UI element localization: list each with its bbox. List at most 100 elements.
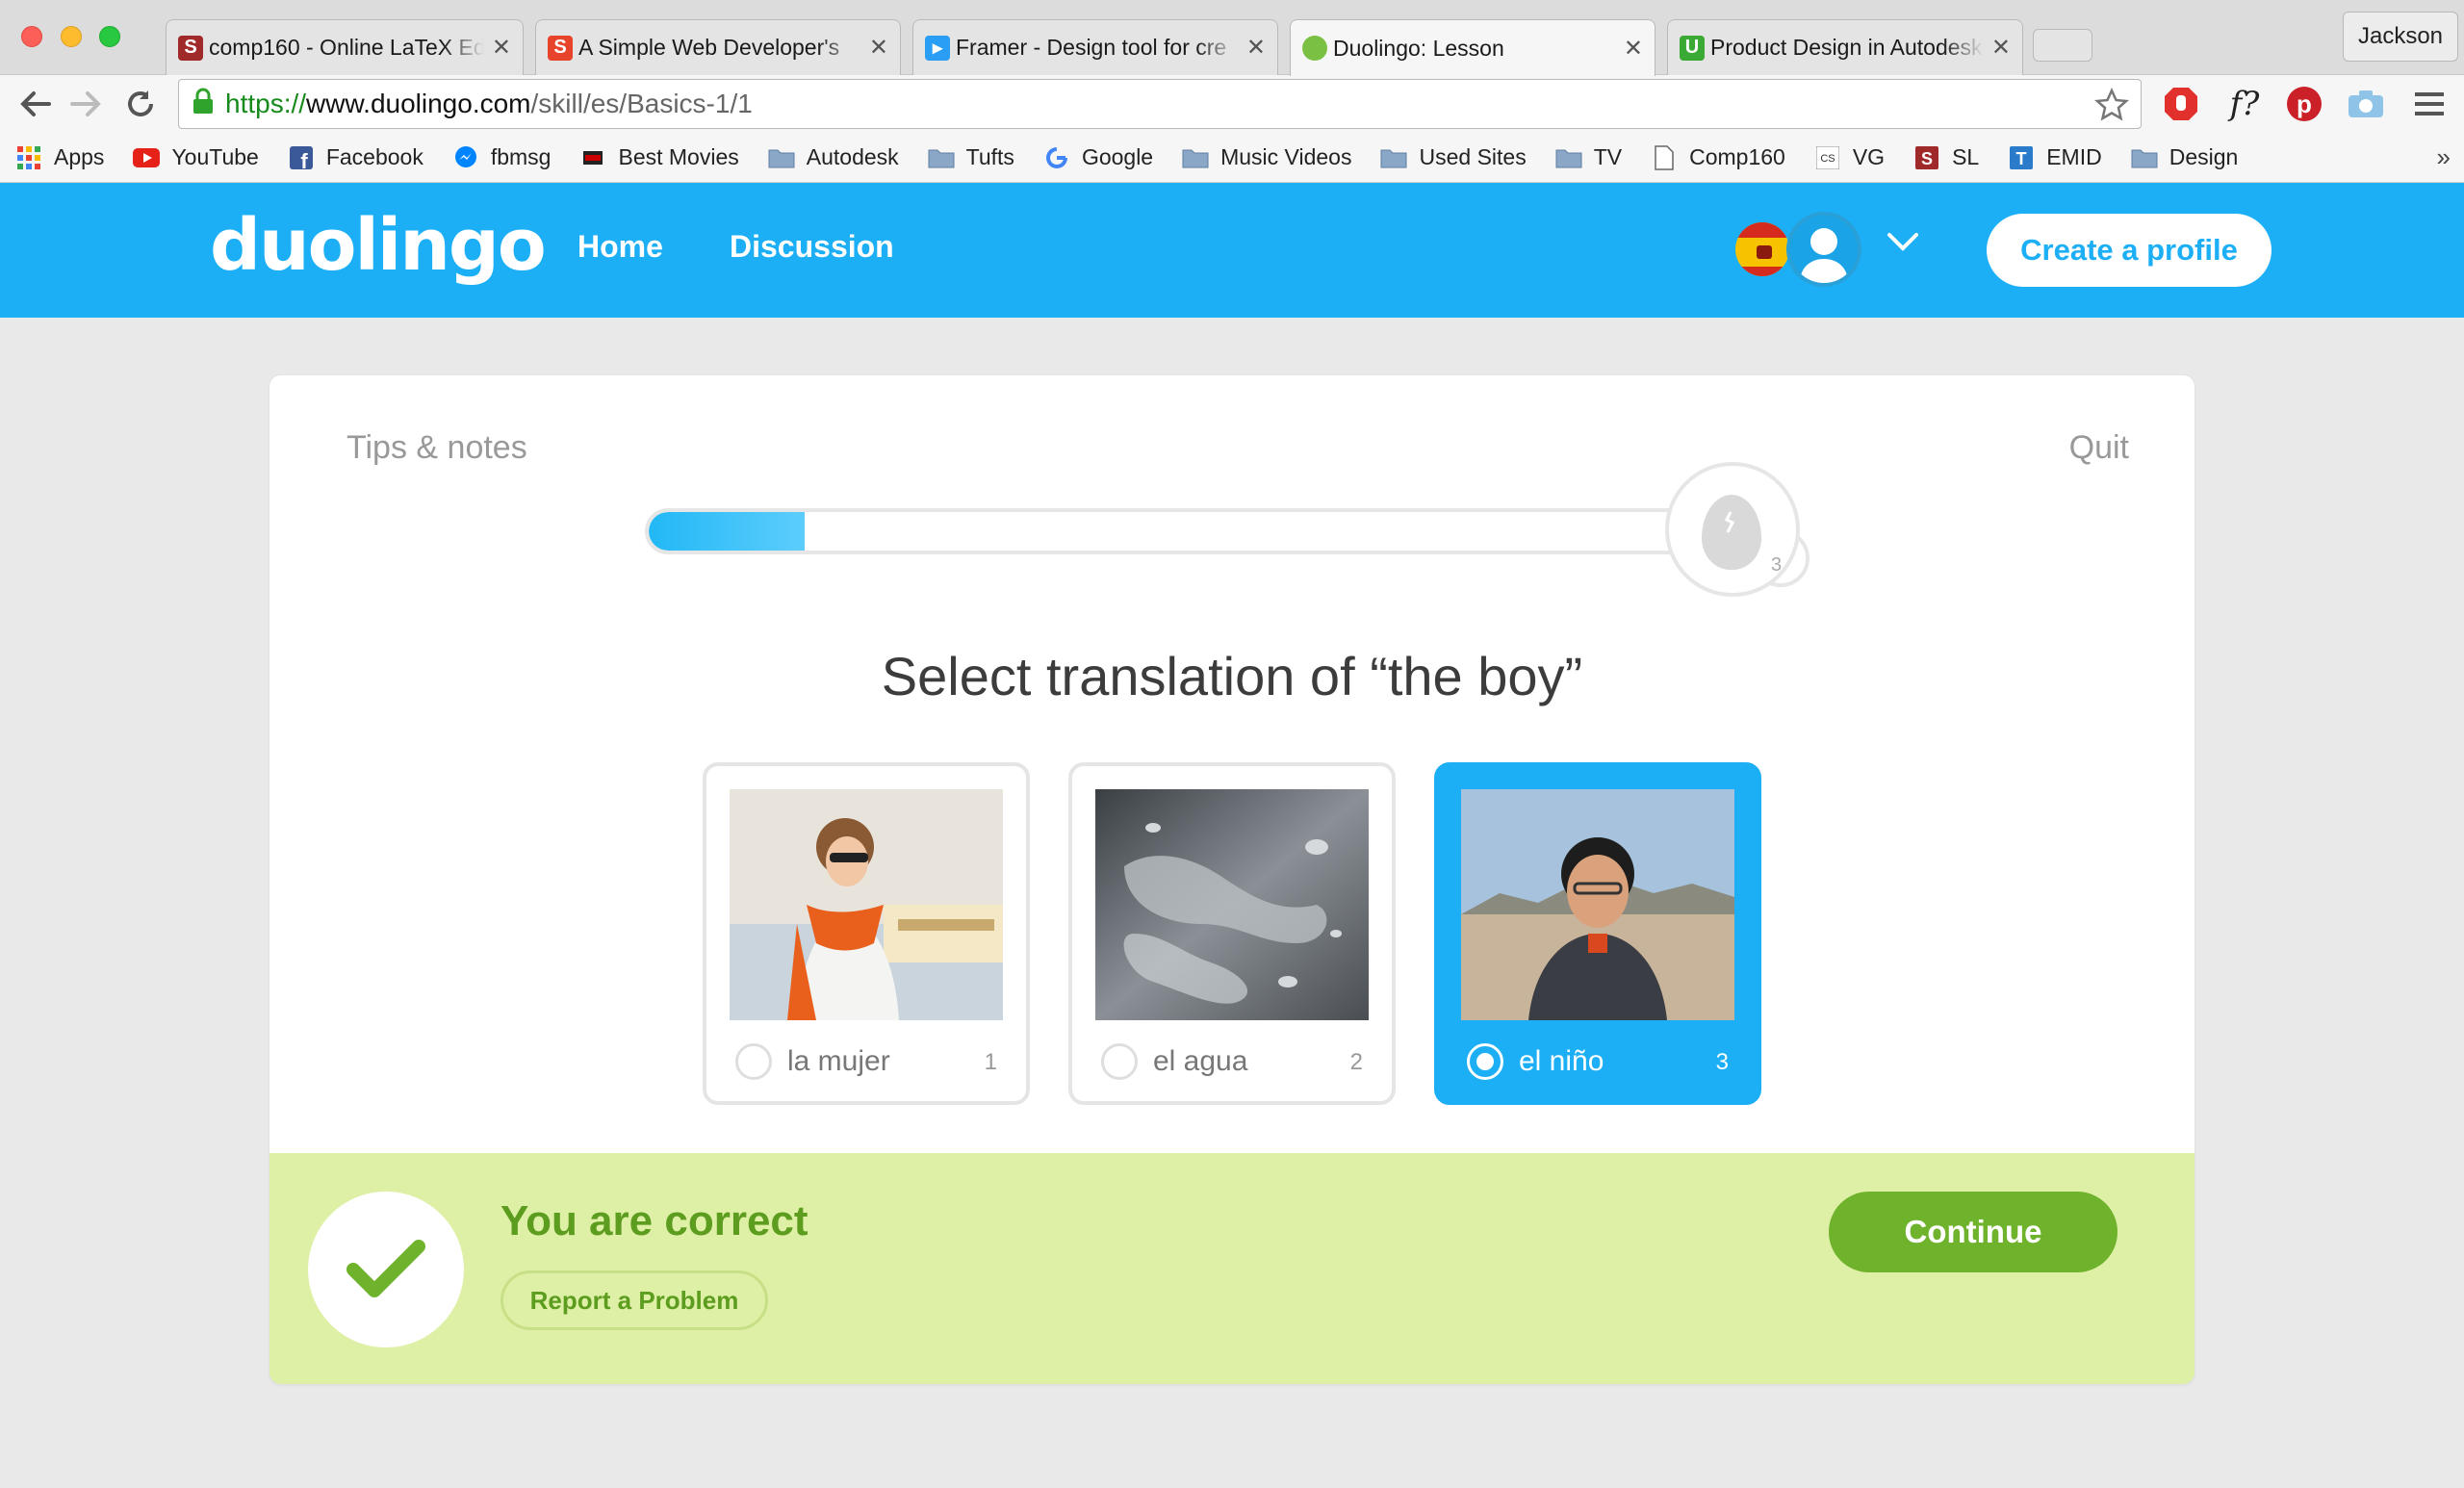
create-profile-button[interactable]: Create a profile [1987, 214, 2272, 287]
bookmark-design[interactable]: Design [2131, 144, 2238, 170]
url-path: /skill/es/Basics-1/1 [530, 89, 753, 118]
choice-radio[interactable] [1101, 1043, 1138, 1080]
nav-discussion[interactable]: Discussion [730, 229, 894, 265]
profile-button[interactable]: Jackson [2343, 12, 2458, 62]
tab-title: A Simple Web Developer's [578, 35, 840, 60]
close-window-button[interactable] [21, 26, 42, 47]
bookmark-vg[interactable]: CS VG [1814, 144, 1885, 170]
duolingo-logo[interactable]: duolingo [210, 204, 547, 287]
url-scheme: https:// [225, 89, 307, 118]
bookmark-sl[interactable]: S SL [1913, 144, 1979, 170]
bookmark-label: VG [1852, 144, 1886, 169]
tab-framer[interactable]: ▸ Framer - Design tool for cre ✕ [912, 19, 1278, 75]
egg-crack-icon [1724, 511, 1735, 533]
tab-title: Framer - Design tool for cre [956, 35, 1227, 60]
t-icon: T [2008, 145, 2035, 170]
bookmark-tufts[interactable]: Tufts [928, 144, 1014, 170]
bookmark-best-movies[interactable]: Best Movies [579, 144, 739, 170]
font-finder-icon[interactable]: f? [2223, 83, 2266, 125]
svg-text:S: S [1921, 149, 1933, 168]
checkmark-icon [308, 1192, 464, 1347]
choice-radio-selected[interactable] [1467, 1043, 1503, 1080]
tab-web-developer[interactable]: S A Simple Web Developer's ✕ [535, 19, 901, 75]
messenger-icon [452, 145, 479, 170]
bookmark-label: TV [1593, 144, 1623, 169]
choice-label: la mujer [787, 1045, 890, 1077]
bookmark-used-sites[interactable]: Used Sites [1380, 144, 1527, 170]
bookmark-emid[interactable]: T EMID [2008, 144, 2102, 170]
choice-number: 1 [984, 1049, 997, 1075]
bookmark-apps[interactable]: Apps [15, 144, 104, 170]
google-icon [1043, 145, 1070, 170]
report-problem-button[interactable]: Report a Problem [500, 1270, 768, 1330]
tab-duolingo[interactable]: Duolingo: Lesson ✕ [1290, 19, 1656, 76]
address-bar[interactable]: https://www.duolingo.com/skill/es/Basics… [178, 79, 2142, 129]
choice-card-la-mujer[interactable]: la mujer 1 [703, 762, 1030, 1105]
bookmarks-overflow-button[interactable]: » [2437, 142, 2451, 172]
bookmark-youtube[interactable]: YouTube [133, 144, 259, 170]
framer-icon: ▸ [925, 35, 950, 61]
lesson-progress-fill [649, 512, 806, 551]
bookmark-tv[interactable]: TV [1555, 144, 1622, 170]
youtube-icon [133, 145, 161, 170]
close-tab-icon[interactable]: ✕ [1991, 34, 2011, 62]
bookmark-label: SL [1952, 144, 1980, 169]
user-avatar-icon[interactable] [1786, 212, 1861, 287]
bookmark-fbmsg[interactable]: fbmsg [452, 144, 552, 170]
bookmark-google[interactable]: Google [1043, 144, 1153, 170]
camera-icon[interactable] [2345, 83, 2387, 125]
bookmark-comp160[interactable]: Comp160 [1651, 144, 1785, 170]
lesson-card: Tips & notes Quit 3 Select translation o… [270, 375, 2194, 1384]
bookmark-facebook[interactable]: f Facebook [288, 144, 424, 170]
minimize-window-button[interactable] [61, 26, 82, 47]
choice-radio[interactable] [735, 1043, 772, 1080]
new-tab-button[interactable] [2033, 29, 2092, 62]
bookmark-music-videos[interactable]: Music Videos [1182, 144, 1351, 170]
adblock-icon[interactable] [2160, 83, 2202, 125]
svg-text:T: T [2016, 149, 2027, 168]
reload-icon[interactable] [119, 83, 162, 125]
close-tab-icon[interactable]: ✕ [869, 34, 888, 62]
spanish-flag-icon[interactable] [1732, 219, 1792, 279]
nav-home[interactable]: Home [578, 229, 663, 265]
choice-number: 2 [1349, 1049, 1363, 1075]
browser-toolbar: https://www.duolingo.com/skill/es/Basics… [0, 75, 2464, 133]
page-icon [1651, 144, 1678, 170]
bookmark-label: Facebook [325, 144, 424, 169]
quit-link[interactable]: Quit [2069, 429, 2129, 467]
close-tab-icon[interactable]: ✕ [1246, 34, 1266, 62]
tab-product-design[interactable]: U Product Design in Autodesk ✕ [1667, 19, 2023, 75]
pinterest-icon[interactable]: p [2283, 83, 2325, 125]
bookmark-label: Best Movies [618, 144, 739, 169]
bookmark-label: fbmsg [490, 144, 552, 169]
tab-title: comp160 - Online LaTeX Ed [209, 35, 484, 60]
close-tab-icon[interactable]: ✕ [492, 34, 511, 62]
choice-label: el agua [1153, 1045, 1248, 1077]
back-icon[interactable] [13, 83, 56, 125]
close-tab-icon[interactable]: ✕ [1624, 35, 1643, 63]
choice-card-el-nino[interactable]: el niño 3 [1434, 762, 1761, 1105]
bookmark-autodesk[interactable]: Autodesk [768, 144, 899, 170]
zoom-window-button[interactable] [99, 26, 120, 47]
bookmark-label: EMID [2046, 144, 2102, 169]
forward-icon[interactable] [65, 83, 108, 125]
chrome-menu-icon[interactable] [2408, 83, 2451, 125]
question-prompt: Select translation of “the boy” [881, 646, 1583, 706]
cs-icon: CS [1814, 145, 1841, 170]
bookmark-label: Music Videos [1220, 144, 1352, 169]
continue-button[interactable]: Continue [1829, 1192, 2118, 1272]
bookmark-label: Autodesk [806, 144, 899, 169]
url-host: www.duolingo.com [306, 89, 531, 118]
bookmark-star-icon[interactable] [2093, 87, 2130, 129]
tab-comp160[interactable]: S comp160 - Online LaTeX Ed ✕ [166, 19, 524, 75]
s-icon: S [1913, 145, 1940, 170]
sharelatex-icon: S [178, 35, 203, 61]
choice-number: 3 [1715, 1049, 1729, 1075]
bookmark-label: Used Sites [1419, 144, 1527, 169]
chevron-down-icon[interactable] [1886, 231, 1919, 257]
bookmark-label: Apps [54, 144, 105, 169]
folder-icon [1182, 145, 1209, 170]
correct-message: You are correct [500, 1197, 808, 1244]
tips-notes-link[interactable]: Tips & notes [346, 429, 527, 467]
choice-card-el-agua[interactable]: el agua 2 [1068, 762, 1396, 1105]
